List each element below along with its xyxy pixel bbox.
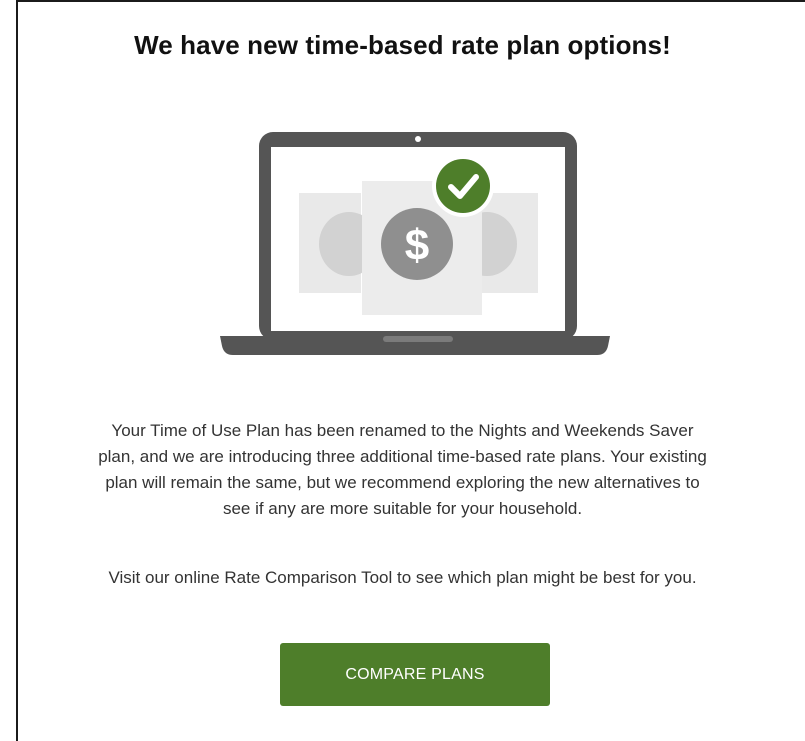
page-title: We have new time-based rate plan options… bbox=[134, 30, 671, 60]
intro-line-2: plan, and we are introducing three addit… bbox=[98, 447, 707, 466]
comparison-tool-paragraph: Visit our online Rate Comparison Tool to… bbox=[108, 568, 697, 587]
dollar-symbol: $ bbox=[405, 221, 429, 270]
compare-plans-button[interactable]: COMPARE PLANS bbox=[280, 643, 550, 706]
intro-line-4: see if any are more suitable for your ho… bbox=[222, 499, 583, 518]
intro-paragraph: Your Time of Use Plan has been renamed t… bbox=[0, 418, 805, 522]
dollar-sign-icon: $ bbox=[381, 208, 453, 280]
intro-line-3: plan will remain the same, but we recomm… bbox=[105, 473, 700, 492]
email-card bbox=[16, 0, 805, 741]
checkmark-icon bbox=[432, 155, 494, 217]
intro-line-1: Your Time of Use Plan has been renamed t… bbox=[111, 421, 694, 440]
laptop-illustration: $ bbox=[220, 132, 610, 355]
